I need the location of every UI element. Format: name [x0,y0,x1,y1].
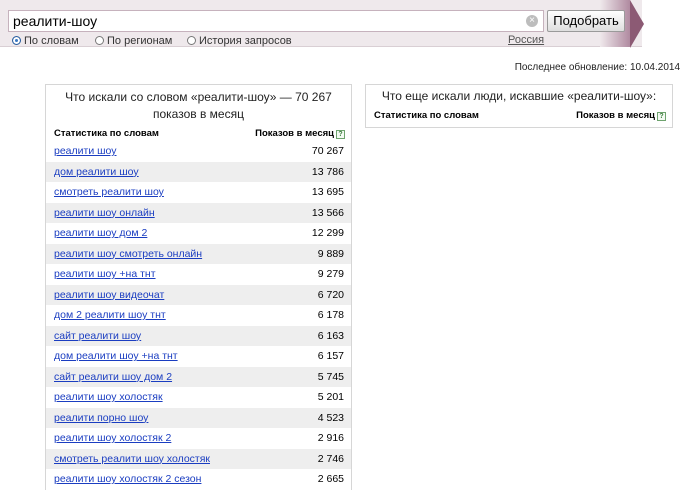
help-icon[interactable]: ? [657,112,666,121]
column-header-words: Статистика по словам [374,110,479,121]
shows-count: 6 720 [317,288,344,301]
shows-count: 9 889 [317,247,344,260]
keyword-link[interactable]: реалити порно шоу [54,412,148,424]
keyword-link[interactable]: реалити шоу дом 2 [54,227,147,239]
shows-count: 6 178 [317,309,344,322]
radio-icon[interactable] [187,36,196,45]
table-row: дом 2 реалити шоу тнт 6 178 [46,305,351,326]
keyword-link[interactable]: реалити шоу холостяк [54,391,163,403]
shows-count: 9 279 [317,268,344,281]
last-update-text: Последнее обновление: 10.04.2014 [514,62,680,73]
table-row: сайт реалити шоу дом 2 5 745 [46,366,351,387]
keyword-link[interactable]: сайт реалити шоу [54,330,141,342]
table-row: реалити шоу дом 2 12 299 [46,223,351,244]
table-row: сайт реалити шоу 6 163 [46,325,351,346]
table-row: смотреть реалити шоу 13 695 [46,182,351,203]
table-header: Статистика по словам Показов в месяц? [366,109,672,123]
search-button[interactable]: Подобрать [547,10,625,32]
table-row: реалити шоу +на тнт 9 279 [46,264,351,285]
panel-title: Что искали со словом «реалити-шоу» — 70 … [65,90,332,121]
table-row: реалити шоу холостяк 5 201 [46,387,351,408]
shows-count: 13 566 [311,206,344,219]
keyword-link[interactable]: реалити шоу +на тнт [54,268,156,280]
region-link[interactable]: Россия [508,34,544,46]
shows-count: 6 157 [317,350,344,363]
mode-by-words[interactable]: По словам [12,35,79,47]
table-row: реалити порно шоу 4 523 [46,407,351,428]
column-header-words: Статистика по словам [54,128,159,139]
keyword-link[interactable]: дом 2 реалити шоу тнт [54,309,166,321]
table-row: реалити шоу холостяк 2 сезон 2 665 [46,469,351,490]
shows-count: 13 786 [311,165,344,178]
keyword-link[interactable]: дом реалити шоу [54,166,139,178]
mode-label: По регионам [107,35,173,47]
shows-count: 2 746 [317,452,344,465]
table-row: реалити шоу холостяк 2 2 916 [46,428,351,449]
table-row: реалити шоу 70 267 [46,141,351,162]
table-row: дом реалити шоу +на тнт 6 157 [46,346,351,367]
shows-count: 2 916 [317,432,344,445]
help-icon[interactable]: ? [336,130,345,139]
search-input[interactable] [8,10,544,32]
mode-label: По словам [24,35,79,47]
mode-label: История запросов [199,35,292,47]
keyword-link[interactable]: реалити шоу смотреть онлайн [54,248,202,260]
keyword-link[interactable]: реалити шоу [54,145,117,157]
table-row: смотреть реалити шоу холостяк 2 746 [46,448,351,469]
panel-title: Что еще искали люди, искавшие «реалити-ш… [381,89,657,103]
mode-by-regions[interactable]: По регионам [95,35,172,47]
keyword-table: реалити шоу 70 267 дом реалити шоу 13 786 см… [46,141,351,490]
shows-count: 5 745 [317,370,344,383]
search-bar-arrow [630,0,644,48]
table-row: реалити шоу онлайн 13 566 [46,202,351,223]
keyword-link[interactable]: смотреть реалити шоу холостяк [54,453,210,465]
clear-icon[interactable]: × [526,15,538,27]
keyword-link[interactable]: сайт реалити шоу дом 2 [54,371,172,383]
radio-selected-icon[interactable] [12,36,21,45]
keyword-stats-panel: Что искали со словом «реалити-шоу» — 70 … [45,84,352,490]
column-header-shows: Показов в месяц? [576,109,666,123]
shows-count: 13 695 [311,186,344,199]
radio-icon[interactable] [95,36,104,45]
mode-history[interactable]: История запросов [187,35,292,47]
table-row: дом реалити шоу 13 786 [46,161,351,182]
shows-count: 4 523 [317,411,344,424]
keyword-link[interactable]: реалити шоу онлайн [54,207,155,219]
keyword-link[interactable]: реалити шоу холостяк 2 [54,432,171,444]
column-header-shows: Показов в месяц? [255,127,345,141]
shows-count: 6 163 [317,329,344,342]
search-bar: × Подобрать По словам По регионам Истори… [0,0,644,48]
keyword-link[interactable]: реалити шоу холостяк 2 сезон [54,473,201,485]
shows-count: 5 201 [317,391,344,404]
keyword-link[interactable]: смотреть реалити шоу [54,186,164,198]
table-header: Статистика по словам Показов в месяц? [46,127,351,141]
table-row: реалити шоу видеочат 6 720 [46,284,351,305]
shows-count: 70 267 [311,145,344,158]
shows-count: 12 299 [311,227,344,240]
keyword-link[interactable]: реалити шоу видеочат [54,289,164,301]
related-queries-panel: Что еще искали люди, искавшие «реалити-ш… [365,84,673,128]
table-row: реалити шоу смотреть онлайн 9 889 [46,243,351,264]
keyword-link[interactable]: дом реалити шоу +на тнт [54,350,178,362]
shows-count: 2 665 [317,473,344,486]
